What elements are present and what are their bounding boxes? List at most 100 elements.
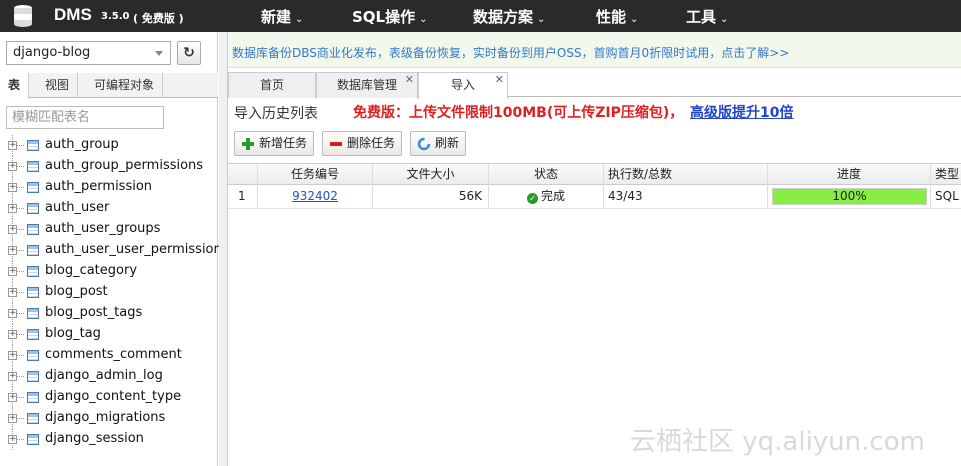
promo-banner-link[interactable]: 数据库备份DBS商业化发布，表级备份恢复，实时备份到用户OSS，首购首月0折限时… bbox=[232, 44, 789, 61]
expand-icon[interactable]: + bbox=[8, 246, 17, 255]
tab-database-management[interactable]: 数据库管理 ✕ bbox=[316, 72, 418, 98]
table-tree-item[interactable]: + django_migrations bbox=[0, 408, 218, 429]
refresh-database-button[interactable]: ↻ bbox=[177, 41, 201, 65]
column-header-exec-count[interactable]: 执行数/总数 bbox=[604, 164, 768, 185]
close-icon[interactable]: ✕ bbox=[495, 67, 504, 92]
table-tree-item[interactable]: + auth_user_groups bbox=[0, 219, 218, 240]
table-name: comments_comment bbox=[45, 347, 182, 362]
table-name: django_migrations bbox=[45, 410, 166, 425]
tab-views[interactable]: 视图 bbox=[37, 73, 79, 98]
main-panel: 数据库备份DBS商业化发布，表级备份恢复，实时备份到用户OSS，首购首月0折限时… bbox=[228, 32, 961, 466]
table-icon bbox=[27, 203, 39, 214]
table-tree-item[interactable]: + django_session bbox=[0, 429, 218, 450]
table-tree-item[interactable]: + blog_post_tags bbox=[0, 303, 218, 324]
add-task-button[interactable]: 新增任务 bbox=[234, 131, 315, 156]
table-tree-item[interactable]: + auth_group bbox=[0, 135, 218, 156]
upgrade-link[interactable]: 高级版提升10倍 bbox=[690, 102, 793, 122]
table-tree-item[interactable]: + blog_category bbox=[0, 261, 218, 282]
type-cell: SQL bbox=[935, 189, 959, 203]
expand-icon[interactable]: + bbox=[8, 141, 17, 150]
expand-icon[interactable]: + bbox=[8, 435, 17, 444]
table-name: auth_group_permissions bbox=[45, 158, 204, 173]
tab-import[interactable]: 导入 ✕ bbox=[418, 72, 508, 99]
column-header-type[interactable]: 类型 bbox=[931, 164, 961, 185]
progress-bar: 100% bbox=[772, 188, 927, 205]
menu-data-plan[interactable]: 数据方案 ⌄ bbox=[473, 6, 545, 27]
task-id-link[interactable]: 932402 bbox=[292, 189, 338, 203]
table-icon bbox=[27, 413, 39, 424]
table-name: blog_tag bbox=[45, 326, 101, 341]
progress-cell: 100% bbox=[768, 185, 931, 209]
row-number: 1 bbox=[228, 185, 258, 209]
menu-new[interactable]: 新建 ⌄ bbox=[261, 6, 303, 27]
delete-task-button[interactable]: 删除任务 bbox=[322, 131, 403, 156]
menu-sql[interactable]: SQL操作 ⌄ bbox=[352, 6, 428, 27]
close-icon[interactable]: ✕ bbox=[405, 67, 414, 92]
expand-icon[interactable]: + bbox=[8, 267, 17, 276]
promo-banner: 数据库备份DBS商业化发布，表级备份恢复，实时备份到用户OSS，首购首月0折限时… bbox=[228, 32, 961, 68]
expand-icon[interactable]: + bbox=[8, 309, 17, 318]
task-id-cell: 932402 bbox=[258, 185, 373, 209]
database-logo-icon bbox=[14, 5, 32, 27]
table-tree-item[interactable]: + auth_user bbox=[0, 198, 218, 219]
table-tree-item[interactable]: + blog_post bbox=[0, 282, 218, 303]
expand-icon[interactable]: + bbox=[8, 351, 17, 360]
refresh-button[interactable]: 刷新 bbox=[410, 131, 467, 156]
app-brand: DMS bbox=[54, 5, 92, 24]
column-header-progress[interactable]: 进度 bbox=[768, 164, 931, 185]
table-tree-item[interactable]: + django_admin_log bbox=[0, 366, 218, 387]
watermark: 云栖社区 yq.aliyun.com bbox=[630, 427, 925, 457]
expand-icon[interactable]: + bbox=[8, 414, 17, 423]
table-tree-item[interactable]: + auth_group_permissions bbox=[0, 156, 218, 177]
table-name: auth_permission bbox=[45, 179, 153, 194]
expand-icon[interactable]: + bbox=[8, 288, 17, 297]
table-icon bbox=[27, 266, 39, 277]
table-icon bbox=[27, 161, 39, 172]
sidebar-tabs: 表 视图 可编程对象 bbox=[0, 73, 218, 99]
table-tree-item[interactable]: + blog_tag bbox=[0, 324, 218, 345]
table-tree-item[interactable]: + comments_comment bbox=[0, 345, 218, 366]
database-select[interactable]: django-blog bbox=[6, 41, 171, 65]
table-name: blog_category bbox=[45, 263, 138, 278]
refresh-icon: ↻ bbox=[183, 45, 195, 61]
expand-icon[interactable]: + bbox=[8, 330, 17, 339]
panel-splitter[interactable] bbox=[219, 32, 228, 466]
grid-header: 任务编号 文件大小 状态 执行数/总数 进度 类型 bbox=[228, 163, 961, 185]
table-tree-item[interactable]: + auth_permission bbox=[0, 177, 218, 198]
menu-performance[interactable]: 性能 ⌄ bbox=[596, 6, 638, 27]
file-size-cell: 56K bbox=[373, 185, 489, 209]
chevron-down-icon: ⌄ bbox=[537, 14, 546, 25]
sidebar: django-blog ↻ 表 视图 可编程对象 + auth_group + aut… bbox=[0, 32, 229, 466]
expand-icon[interactable]: + bbox=[8, 225, 17, 234]
tab-home[interactable]: 首页 bbox=[228, 72, 316, 98]
expand-icon[interactable]: + bbox=[8, 183, 17, 192]
table-tree-item[interactable]: + auth_user_user_permissions bbox=[0, 240, 229, 261]
database-select-value: django-blog bbox=[13, 45, 91, 60]
table-name: auth_user_user_permissions bbox=[45, 242, 229, 257]
top-bar: DMS 3.5.0 ( 免费版 ) 新建 ⌄ SQL操作 ⌄ 数据方案 ⌄ 性能 ⌄ 工… bbox=[0, 0, 961, 32]
table-name: django_session bbox=[45, 431, 144, 446]
table-icon bbox=[27, 308, 39, 319]
table-name: django_content_type bbox=[45, 389, 182, 404]
expand-icon[interactable]: + bbox=[8, 204, 17, 213]
tab-tables[interactable]: 表 bbox=[0, 73, 30, 99]
expand-icon[interactable]: + bbox=[8, 162, 17, 171]
column-header-task-id[interactable]: 任务编号 bbox=[258, 164, 373, 185]
table-tree-item[interactable]: + django_content_type bbox=[0, 387, 218, 408]
table-icon bbox=[27, 245, 39, 256]
table-name: blog_post_tags bbox=[45, 305, 143, 320]
tab-programmable-objects[interactable]: 可编程对象 bbox=[86, 73, 164, 98]
expand-icon[interactable]: + bbox=[8, 372, 17, 381]
table-name: blog_post bbox=[45, 284, 108, 299]
check-circle-icon: ✓ bbox=[526, 193, 538, 204]
expand-icon[interactable]: + bbox=[8, 393, 17, 402]
table-filter-input[interactable] bbox=[6, 106, 164, 129]
table-icon bbox=[27, 371, 39, 382]
table-name: auth_group bbox=[45, 137, 119, 152]
menu-tools[interactable]: 工具 ⌄ bbox=[686, 6, 728, 27]
table-icon bbox=[27, 329, 39, 340]
column-header-file-size[interactable]: 文件大小 bbox=[373, 164, 489, 185]
table-row[interactable]: 1 932402 56K ✓ 完成 43/43 100% SQL bbox=[228, 185, 961, 209]
column-header-status[interactable]: 状态 bbox=[489, 164, 604, 185]
chevron-down-icon: ⌄ bbox=[295, 14, 304, 25]
